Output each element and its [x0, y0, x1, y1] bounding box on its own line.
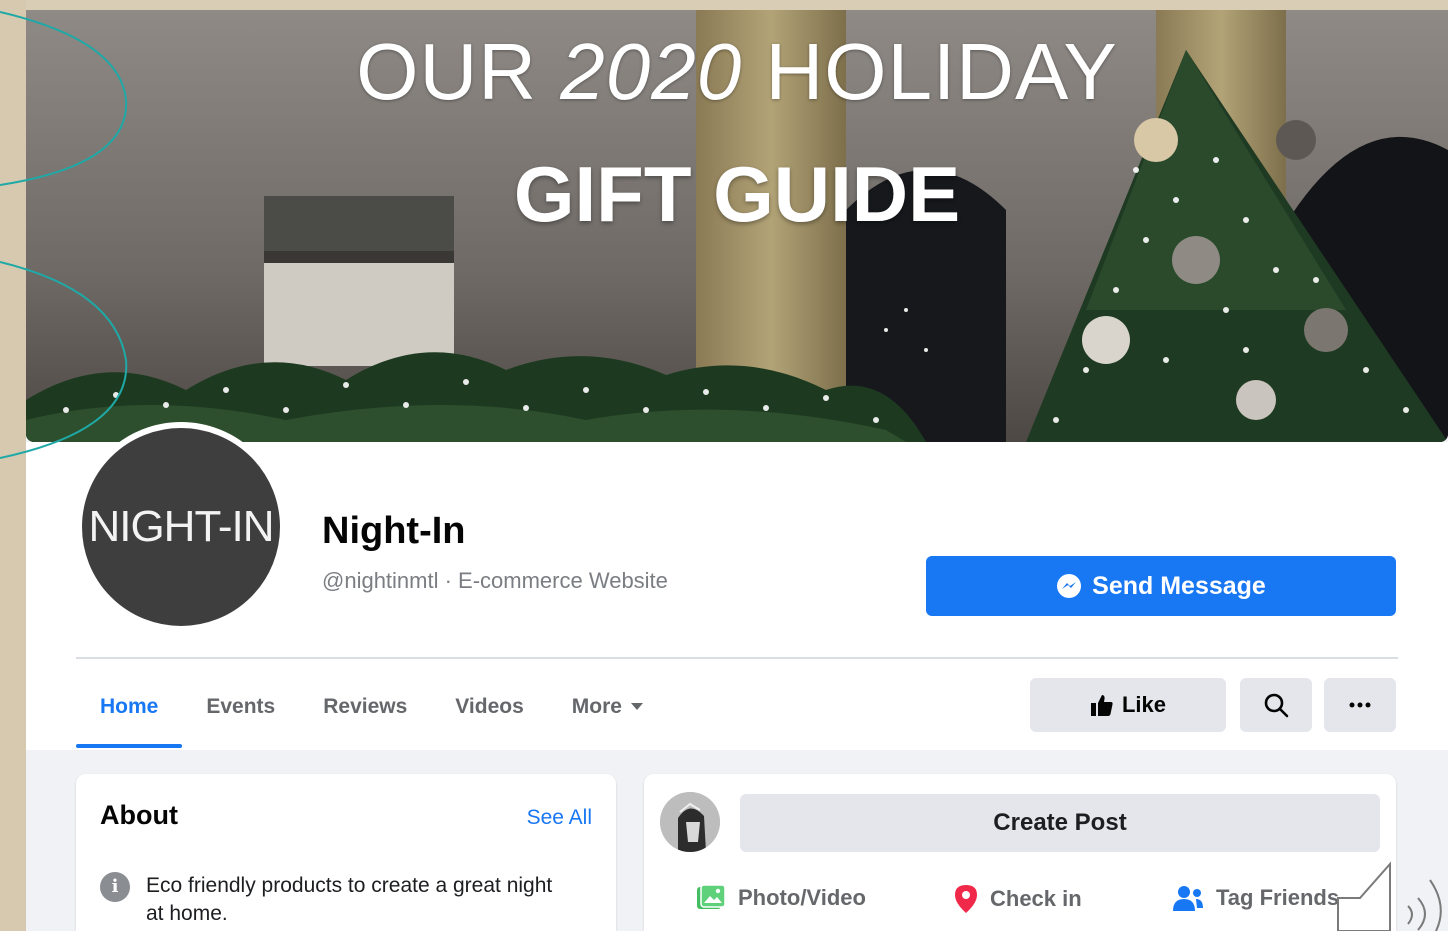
page-title[interactable]: Night-In: [322, 510, 466, 553]
tab-reviews-label: Reviews: [323, 695, 408, 718]
send-message-label: Send Message: [1092, 571, 1266, 600]
tag-people-icon: [1173, 886, 1203, 911]
about-description-row: i Eco friendly products to create a grea…: [100, 872, 566, 928]
location-pin-icon: [955, 885, 977, 913]
like-label: Like: [1121, 692, 1167, 717]
tab-videos-label: Videos: [455, 695, 524, 718]
decorative-loops: [0, 11, 128, 459]
more-icon: [1349, 702, 1371, 708]
speaker-icon[interactable]: [1336, 858, 1448, 931]
page-subtitle: @nightinmtl · E-commerce Website: [322, 568, 668, 593]
tag-friends-label: Tag Friends: [1216, 885, 1340, 910]
check-in-button[interactable]: Check in: [954, 884, 1082, 914]
about-card: About See All i Eco friendly products to…: [76, 774, 616, 931]
tab-events-label: Events: [206, 695, 276, 718]
cover-photo[interactable]: OUR 2020 HOLIDAY GIFT GUIDE: [26, 10, 1448, 442]
page-tabs: Home Events Reviews Videos More: [76, 678, 668, 748]
cover-title-year: 2020: [560, 27, 743, 116]
search-button[interactable]: [1240, 678, 1312, 732]
search-icon: [1264, 693, 1289, 718]
check-in-label: Check in: [990, 886, 1082, 911]
photo-video-label: Photo/Video: [738, 885, 866, 910]
tab-events[interactable]: Events: [182, 678, 299, 748]
user-avatar[interactable]: [660, 792, 720, 852]
tab-more-label: More: [571, 695, 622, 718]
cover-title-line1: OUR 2020 HOLIDAY: [26, 32, 1448, 112]
avatar-logo-text: NIGHT-IN: [88, 502, 274, 551]
send-message-button[interactable]: Send Message: [926, 556, 1396, 616]
tab-home-label: Home: [100, 695, 159, 718]
facebook-page: OUR 2020 HOLIDAY GIFT GUIDE NIGHT-IN Nig…: [26, 10, 1448, 931]
create-post-label: Create Post: [993, 809, 1127, 836]
messenger-icon: [1057, 574, 1082, 598]
cover-title-line2: GIFT GUIDE: [513, 150, 961, 238]
about-title: About: [100, 800, 178, 830]
like-button[interactable]: Like: [1030, 678, 1226, 732]
more-options-button[interactable]: [1324, 678, 1396, 732]
tab-home[interactable]: Home: [76, 678, 183, 748]
see-all-link[interactable]: See All: [527, 806, 592, 830]
tag-friends-button[interactable]: Tag Friends: [1172, 884, 1339, 912]
user-avatar-image: [660, 792, 720, 852]
photo-icon: [697, 884, 726, 909]
create-post-button[interactable]: Create Post: [740, 794, 1380, 852]
caret-down-icon: [630, 703, 643, 711]
cover-title-suffix: HOLIDAY: [742, 27, 1118, 116]
photo-video-button[interactable]: Photo/Video: [696, 884, 866, 912]
tab-reviews[interactable]: Reviews: [299, 678, 431, 748]
create-post-card: Create Post Photo/Video Check in Tag Fri…: [644, 774, 1396, 931]
tab-more[interactable]: More: [548, 678, 668, 748]
info-icon: i: [100, 872, 130, 902]
header-divider: [76, 657, 1398, 659]
about-description: Eco friendly products to create a great …: [146, 874, 553, 925]
cover-title-prefix: OUR: [356, 27, 561, 116]
tab-videos[interactable]: Videos: [431, 678, 547, 748]
thumbs-up-icon: [1090, 695, 1113, 716]
